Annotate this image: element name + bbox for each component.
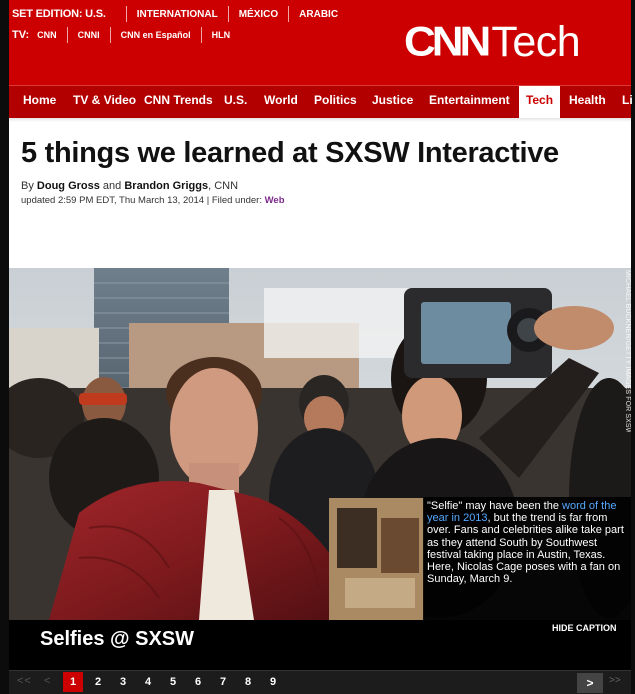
byline-prefix: By [21, 180, 34, 192]
nav-item-health[interactable]: Health [569, 86, 606, 119]
edition-divider [125, 6, 127, 22]
pager-page-5[interactable]: 5 [163, 672, 183, 692]
edition-link-arabic[interactable]: ARABIC [299, 9, 338, 20]
caption-text-part1: "Selfie" may have been the [427, 500, 559, 512]
nav-item-justice[interactable]: Justice [372, 86, 413, 119]
gallery-title: Selfies @ SXSW [40, 628, 194, 650]
page-title: 5 things we learned at SXSW Interactive [21, 137, 559, 169]
nav-item-entertainment[interactable]: Entertainment [429, 86, 510, 119]
nav-item-tech[interactable]: Tech [519, 86, 560, 119]
tv-link-cnn-espanol[interactable]: CNN en Español [121, 30, 191, 40]
tv-label: TV: [12, 29, 30, 41]
pager-page-6[interactable]: 6 [188, 672, 208, 692]
tv-divider [109, 27, 111, 43]
cnn-logo-mark: CNN [404, 18, 491, 65]
pager-page-1[interactable]: 1 [63, 672, 83, 692]
tv-link-cnni[interactable]: CNNI [78, 30, 100, 40]
caption-overlay: "Selfie" may have been the word of the y… [423, 497, 631, 620]
tv-link-cnn[interactable]: CNN [37, 30, 57, 40]
tv-bar: TV: CNN CNNI CNN en Español HLN [12, 27, 231, 43]
page-frame-left [0, 0, 9, 694]
pager-first-button[interactable]: << [17, 675, 32, 687]
byline: By Doug Gross and Brandon Griggs, CNN [21, 180, 238, 192]
nav-item-politics[interactable]: Politics [314, 86, 357, 119]
nav-item-living[interactable]: Li [622, 86, 633, 119]
pager-page-3[interactable]: 3 [113, 672, 133, 692]
cnn-tech-logo[interactable]: CNN Tech [404, 17, 581, 66]
caption-text: "Selfie" may have been the word of the y… [427, 500, 631, 585]
nav-item-us[interactable]: U.S. [224, 86, 247, 119]
byline-and: and [102, 180, 122, 192]
hide-caption-button[interactable]: HIDE CAPTION [552, 623, 617, 633]
main-nav: Home TV & Video CNN Trends U.S. World Po… [9, 85, 633, 119]
updated-text: updated 2:59 PM EDT, Thu March 13, 2014 … [21, 195, 262, 206]
edition-link-international[interactable]: INTERNATIONAL [137, 9, 218, 20]
pager-page-9[interactable]: 9 [263, 672, 283, 692]
edition-bar: SET EDITION: U.S. INTERNATIONAL MÉXICO A… [12, 6, 338, 22]
tv-divider [200, 27, 202, 43]
tv-link-hln[interactable]: HLN [212, 30, 231, 40]
edition-divider [227, 6, 229, 22]
pager-page-2[interactable]: 2 [88, 672, 108, 692]
pager-page-7[interactable]: 7 [213, 672, 233, 692]
byline-outlet: , CNN [208, 180, 239, 192]
photo-credit: MICHAEL BUCKNER/GETTY IMAGES FOR SXSW [624, 270, 631, 432]
pager-page-4[interactable]: 4 [138, 672, 158, 692]
edition-label: SET EDITION: U.S. [12, 8, 106, 20]
author-link-doug-gross[interactable]: Doug Gross [37, 180, 100, 192]
updated-timestamp: updated 2:59 PM EDT, Thu March 13, 2014 … [21, 195, 285, 206]
pager-prev-button[interactable]: < [44, 675, 50, 687]
gallery-photo[interactable]: MICHAEL BUCKNER/GETTY IMAGES FOR SXSW "S… [9, 268, 631, 620]
nav-item-home[interactable]: Home [23, 86, 56, 119]
gallery-pager: << < 1 2 3 4 5 6 7 8 9 > >> [9, 670, 631, 694]
nav-item-world[interactable]: World [264, 86, 298, 119]
edition-divider [288, 6, 290, 22]
nav-shadow [9, 118, 631, 122]
pager-page-8[interactable]: 8 [238, 672, 258, 692]
nav-item-cnn-trends[interactable]: CNN Trends [144, 86, 213, 119]
site-header: SET EDITION: U.S. INTERNATIONAL MÉXICO A… [9, 0, 631, 85]
edition-link-mexico[interactable]: MÉXICO [239, 9, 278, 20]
pager-next-button[interactable]: > [577, 673, 603, 693]
pager-last-button[interactable]: >> [609, 675, 621, 686]
category-link-web[interactable]: Web [265, 195, 285, 206]
logo-section-name: Tech [491, 17, 581, 66]
nav-item-tv-video[interactable]: TV & Video [73, 86, 136, 119]
author-link-brandon-griggs[interactable]: Brandon Griggs [124, 180, 208, 192]
page: SET EDITION: U.S. INTERNATIONAL MÉXICO A… [0, 0, 635, 694]
tv-divider [66, 27, 68, 43]
gallery-caption-bar: Selfies @ SXSW HIDE CAPTION [9, 620, 631, 670]
